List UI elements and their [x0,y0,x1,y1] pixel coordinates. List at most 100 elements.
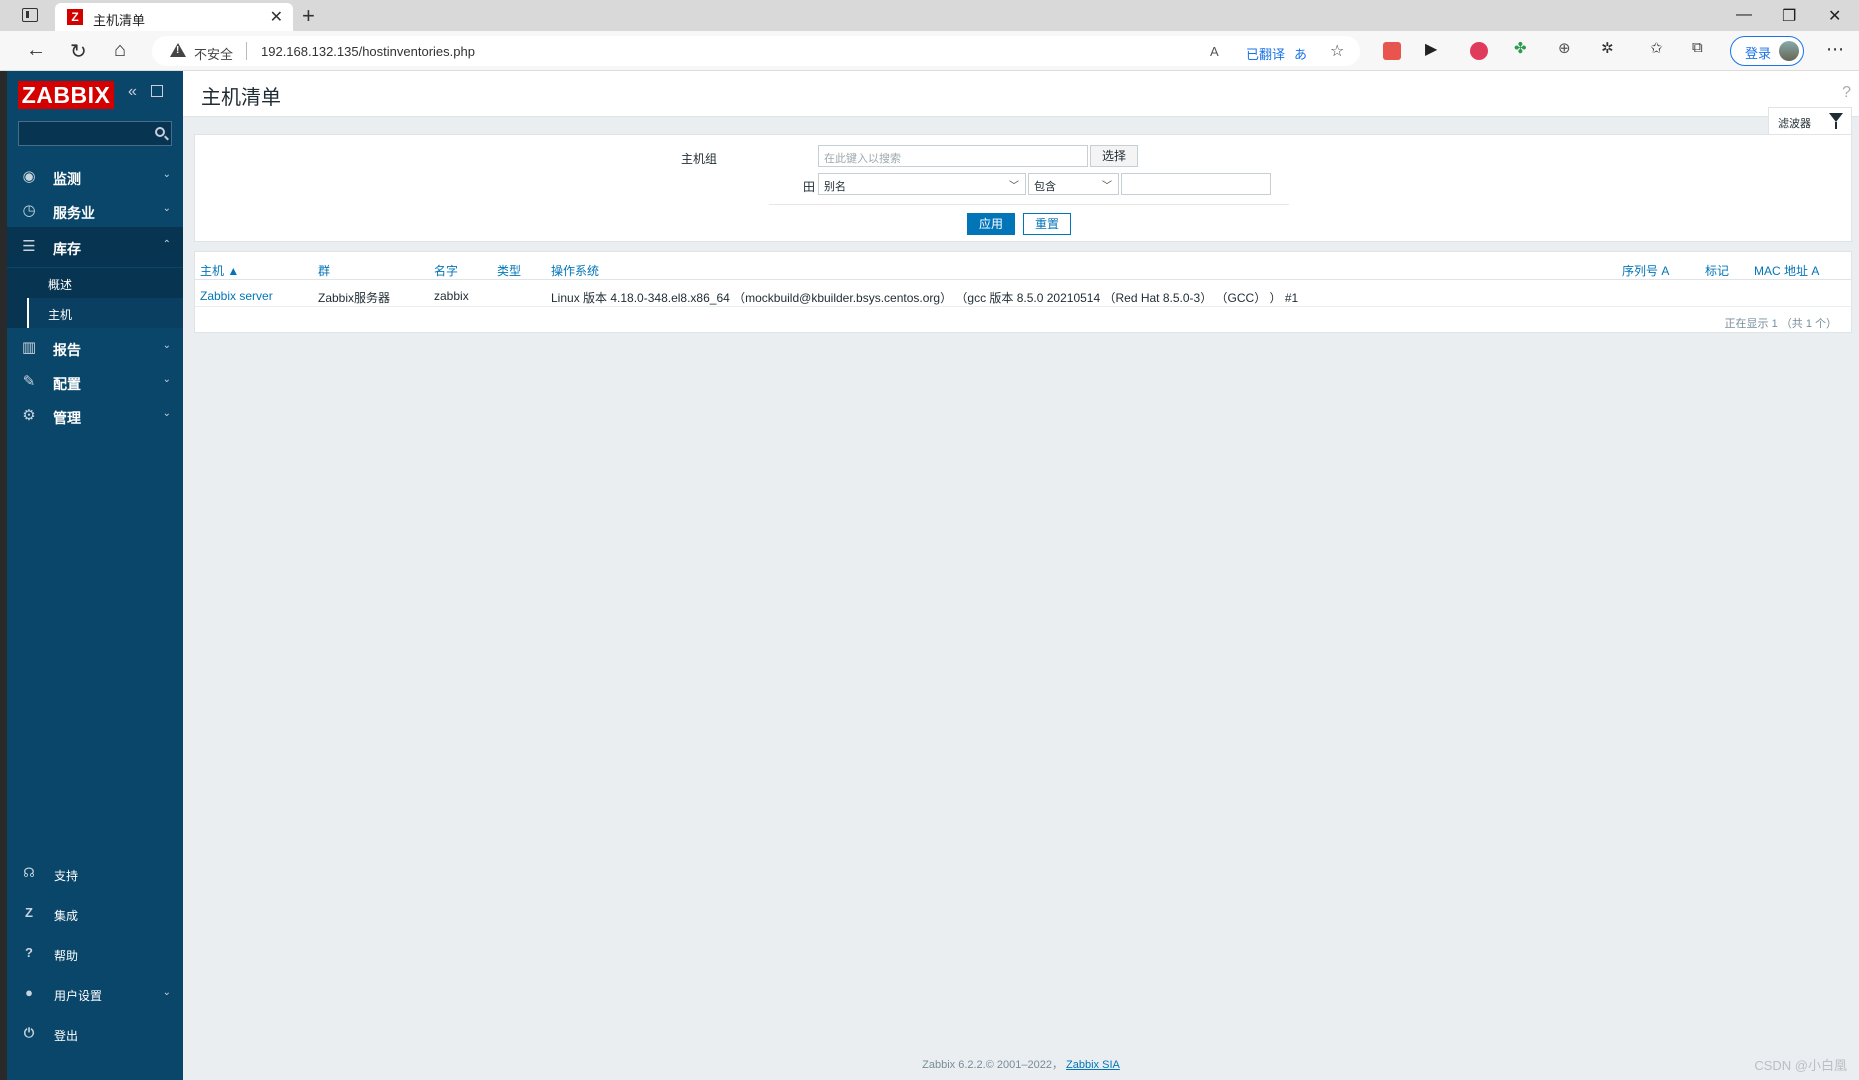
list-icon: ☰ [22,238,36,255]
column-serial[interactable]: 序列号 A [1622,262,1669,279]
column-name[interactable]: 名字 [434,262,458,279]
sidebar-item-user-settings[interactable]: ● 用户设置 ⌄ [7,977,183,1011]
sidebar-item-support[interactable]: ☊ 支持 [7,857,183,891]
submenu-item-hosts[interactable]: 主机 [27,298,183,328]
column-type[interactable]: 类型 [497,262,521,279]
chevron-up-icon: ⌃ [162,239,171,250]
extension-grey-icon[interactable]: ⊕ [1558,39,1576,57]
browser-tab-active[interactable]: Z 主机清单 ✕ [55,3,293,31]
column-group[interactable]: 群 [318,262,330,279]
inventory-value-input[interactable] [1121,173,1271,195]
warning-icon[interactable] [170,43,186,57]
reset-button[interactable]: 重置 [1023,213,1071,235]
cell-group: Zabbix服务器 [318,291,391,305]
kiosk-mode-icon[interactable] [151,85,163,97]
host-group-input[interactable]: 在此键入以搜索 [818,145,1088,167]
url-bar[interactable]: 不安全 192.168.132.135/hostinventories.php … [152,36,1360,66]
play-icon[interactable]: ▶ [1425,39,1443,58]
sidebar-item-inventory[interactable]: ☰ 库存 ⌃ [7,227,183,267]
sidebar-item-label: 集成 [54,909,79,923]
tab-actions-icon[interactable] [22,8,38,22]
clock-icon: ◷ [22,202,36,219]
sidebar: ZABBIX « ◉ 监测 ⌄ ◷ 服务业 ⌄ ☰ 库存 ⌃ 概述 主机 ▥ 报… [7,71,183,1080]
window-close-icon[interactable]: ✕ [1828,6,1841,26]
zabbix-logo[interactable]: ZABBIX [18,81,114,109]
footer-link[interactable]: Zabbix SIA [1066,1059,1120,1071]
url-separator [246,42,247,60]
cell-name: zabbix [434,289,469,303]
desktop-edge [0,71,7,1080]
host-group-label: 主机组 [680,152,717,166]
extension-pink-icon[interactable] [1470,42,1488,60]
minimize-icon[interactable]: — [1736,6,1752,24]
help-icon[interactable]: ? [1842,84,1851,102]
sidebar-item-label: 报告 [53,342,81,358]
sidebar-item-label: 登出 [54,1029,79,1043]
zabbix-z-icon: Z [25,905,33,920]
column-host[interactable]: 主机 ▲ [200,262,239,279]
tab-close-icon[interactable]: ✕ [270,7,283,27]
translate-icon[interactable]: あ [1294,44,1307,63]
avatar [1779,41,1799,61]
watermark: CSDN @小白凰 [1754,1058,1847,1073]
sidebar-item-integrations[interactable]: Z 集成 [7,897,183,931]
back-icon[interactable]: ← [26,39,46,62]
paging-info: 正在显示 1 （共 1 个） [1724,318,1837,330]
reload-icon[interactable]: ↻ [70,39,87,64]
column-tag[interactable]: 标记 [1705,262,1729,279]
inventory-field-select[interactable]: 别名 ﹀ [818,173,1026,195]
favorite-star-icon[interactable]: ☆ [1330,41,1344,61]
sidebar-item-services[interactable]: ◷ 服务业 ⌄ [7,191,183,231]
inventory-field-icon: 田 [802,180,815,194]
column-os[interactable]: 操作系统 [551,262,599,279]
chevron-down-icon: ⌄ [162,987,171,998]
submenu-item-label: 概述 [48,278,73,292]
apply-button[interactable]: 应用 [967,213,1015,235]
collections-icon[interactable]: ⧉ [1692,39,1710,57]
inventory-field-value: 别名 [824,181,846,193]
cell-host-link[interactable]: Zabbix server [200,289,273,303]
sidebar-item-label: 管理 [53,410,81,426]
sidebar-item-sign-out[interactable]: ⏻ 登出 [7,1017,183,1051]
search-icon[interactable] [155,127,165,137]
collapse-sidebar-icon[interactable]: « [128,83,137,101]
browser-login-button[interactable]: 登录 [1730,36,1804,66]
chevron-down-icon: ﹀ [1102,181,1112,192]
column-mac[interactable]: MAC 地址 A [1754,262,1819,279]
sidebar-item-label: 用户设置 [54,989,103,1003]
filter-tab[interactable]: 滤波器 [1768,107,1852,135]
chevron-down-icon: ⌄ [162,203,171,214]
operator-select[interactable]: 包含 ﹀ [1028,173,1119,195]
extensions-puzzle-icon[interactable]: ✲ [1601,39,1619,57]
question-icon: ? [25,945,33,960]
sidebar-item-label: 配置 [53,376,81,392]
login-label: 登录 [1745,46,1772,61]
headset-icon: ☊ [23,865,35,880]
extension-red-icon[interactable] [1383,42,1401,60]
restore-icon[interactable]: ❐ [1782,6,1796,26]
cell-os: Linux 版本 4.18.0-348.el8.x86_64 （mockbuil… [551,291,1299,305]
more-menu-icon[interactable]: ⋯ [1826,39,1844,60]
home-icon[interactable]: ⌂ [114,39,126,62]
insecure-label[interactable]: 不安全 [194,44,233,63]
sidebar-search-input[interactable] [18,121,172,146]
sidebar-item-help[interactable]: ? 帮助 [7,937,183,971]
new-tab-icon[interactable]: + [302,3,315,29]
tab-title: 主机清单 [93,13,146,28]
url-text[interactable]: 192.168.132.135/hostinventories.php [261,44,475,59]
page-footer: Zabbix 6.2.2.© 2001–2022， Zabbix SIA [183,1056,1859,1072]
select-button[interactable]: 选择 [1090,145,1138,167]
zabbix-favicon-icon: Z [67,9,83,25]
extension-color-icon[interactable]: ✤ [1514,39,1532,57]
translated-label[interactable]: 已翻译 [1246,44,1285,63]
chart-icon: ▥ [21,339,37,356]
favorites-icon[interactable]: ✩ [1650,39,1668,57]
browser-tabbar: Z 主机清单 ✕ + — ❐ ✕ [0,0,1859,31]
sidebar-item-administration[interactable]: ⚙ 管理 ⌄ [7,396,183,436]
chevron-down-icon: ⌄ [162,169,171,180]
submenu-item-overview[interactable]: 概述 [27,268,183,298]
read-aloud-icon[interactable]: A [1210,44,1219,59]
zabbix-app: ZABBIX « ◉ 监测 ⌄ ◷ 服务业 ⌄ ☰ 库存 ⌃ 概述 主机 ▥ 报… [7,71,1859,1080]
sidebar-item-label: 监测 [53,171,81,187]
page-header: 主机清单 ? [183,71,1859,117]
